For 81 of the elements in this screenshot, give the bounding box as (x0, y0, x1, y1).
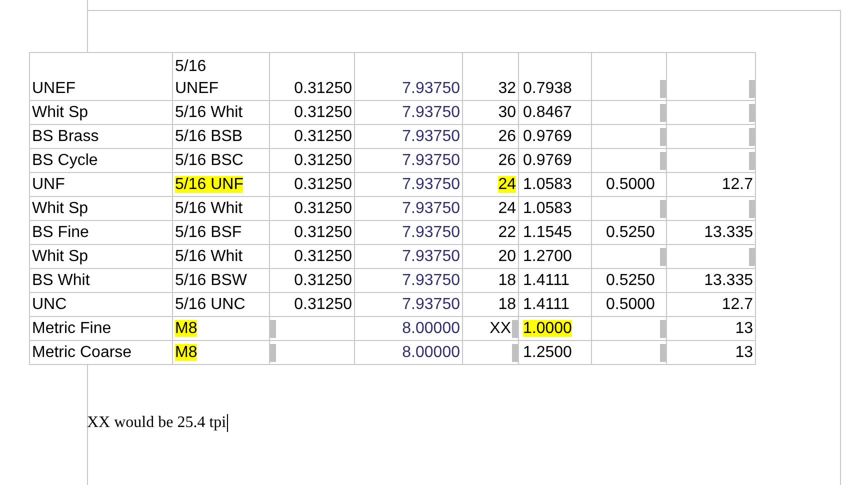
table-cell: 5/16 BSF (172, 220, 270, 244)
text-cursor (227, 414, 228, 432)
table-cell: 1.0583 (518, 172, 592, 196)
table-cell: 1.4111 (518, 292, 592, 316)
table-cell: UNF (30, 172, 172, 196)
table-cell: 0.5000 (592, 172, 666, 196)
table-cell: 5/16 Whit (172, 100, 270, 124)
table-cell: 5/16 BSB (172, 124, 270, 148)
table-cell: 7.93750 (354, 268, 462, 292)
table-cell: 18 (462, 268, 518, 292)
table-cell: Metric Coarse (30, 340, 172, 364)
table-cell: 0.9769 (518, 124, 592, 148)
table-cell: UNC (30, 292, 172, 316)
table-cell: 8.00000 (354, 340, 462, 364)
table-cell: BS Whit (30, 268, 172, 292)
table-cell: 1.4111 (518, 268, 592, 292)
table-cell: 20 (462, 244, 518, 268)
table-cell: UNEF (30, 52, 172, 100)
table-cell: 0.31250 (270, 244, 354, 268)
table-cell: 0.31250 (270, 100, 354, 124)
table-cell: 13.335 (666, 268, 756, 292)
table-cell: 0.31250 (270, 124, 354, 148)
table-cell: 5/16 UNEF (172, 52, 270, 100)
table-cell: 7.93750 (354, 244, 462, 268)
table-cell: 5/16 BSW (172, 268, 270, 292)
table-cell: BS Fine (30, 220, 172, 244)
table-cell: 5/16 BSC (172, 148, 270, 172)
table-cell: 0.9769 (518, 148, 592, 172)
table-cell: Whit Sp (30, 100, 172, 124)
note-text: XX would be 25.4 tpi (87, 413, 226, 433)
table-cell: 22 (462, 220, 518, 244)
table-cell: 0.5000 (592, 292, 666, 316)
table-cell: BS Brass (30, 124, 172, 148)
table-cell: Metric Fine (30, 316, 172, 340)
table-cell: 7.93750 (354, 148, 462, 172)
table-cell: 13 (666, 340, 756, 364)
table-cell: 5/16 Whit (172, 196, 270, 220)
table-cell: 7.93750 (354, 220, 462, 244)
table-cell: 0.5250 (592, 268, 666, 292)
table-cell: 0.31250 (270, 220, 354, 244)
table-cell: 0.5250 (592, 220, 666, 244)
table-cell: BS Cycle (30, 148, 172, 172)
table-cell: 26 (462, 124, 518, 148)
table-cell: 0.31250 (270, 172, 354, 196)
table-cell: 5/16 Whit (172, 244, 270, 268)
table-cell: M8 (172, 316, 270, 340)
table-cell: 8.00000 (354, 316, 462, 340)
table-cell: 0.31250 (270, 148, 354, 172)
table-cell: 26 (462, 148, 518, 172)
table-cell: 0.31250 (270, 52, 354, 100)
table-cell: 1.0000 (518, 316, 592, 340)
table-cell: 7.93750 (354, 172, 462, 196)
table-cell: 0.7938 (518, 52, 592, 100)
table-cell: 0.8467 (518, 100, 592, 124)
table-cell: 7.93750 (354, 196, 462, 220)
table-cell: M8 (172, 340, 270, 364)
table-cell: Whit Sp (30, 244, 172, 268)
table-cell: 18 (462, 292, 518, 316)
table-cell: 24 (462, 196, 518, 220)
table-cell: 1.1545 (518, 220, 592, 244)
table-cell: 5/16 UNF (172, 172, 270, 196)
table-cell: 0.31250 (270, 196, 354, 220)
table-cell: XX (462, 316, 518, 340)
table-cell: 13.335 (666, 220, 756, 244)
table-cell: 0.31250 (270, 292, 354, 316)
table-cell: Whit Sp (30, 196, 172, 220)
table-cell: 1.2500 (518, 340, 592, 364)
table-cell: 32 (462, 52, 518, 100)
table-cell: 30 (462, 100, 518, 124)
table-cell: 1.2700 (518, 244, 592, 268)
table-cell: 24 (462, 172, 518, 196)
table-cell: 12.7 (666, 172, 756, 196)
table-cell: 7.93750 (354, 292, 462, 316)
table-cell: 0.31250 (270, 268, 354, 292)
table-cell: 1.0583 (518, 196, 592, 220)
table-cell: 13 (666, 316, 756, 340)
table-cell: 7.93750 (354, 52, 462, 100)
table-cell: 7.93750 (354, 100, 462, 124)
table-cell: 5/16 UNC (172, 292, 270, 316)
table-cell: 7.93750 (354, 124, 462, 148)
table-cell: 12.7 (666, 292, 756, 316)
